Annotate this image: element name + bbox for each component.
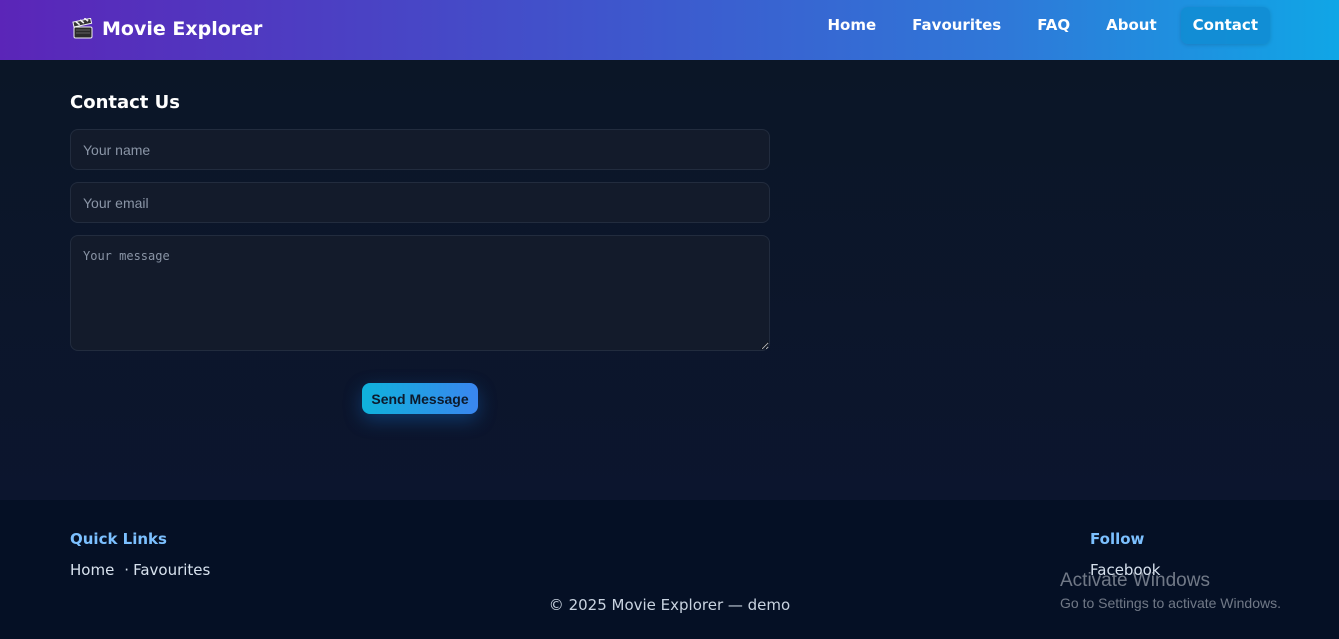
nav-home-link[interactable]: Home (816, 7, 889, 44)
email-input[interactable] (70, 182, 770, 223)
footer-favourites-link[interactable]: Favourites (133, 561, 210, 579)
activate-windows-watermark: Activate Windows Go to Settings to activ… (1060, 569, 1281, 613)
follow-heading: Follow (1090, 530, 1145, 548)
nav-favourites-link[interactable]: Favourites (900, 7, 1013, 44)
top-navbar: Movie Explorer Home Favourites FAQ About… (0, 0, 1339, 60)
nav-contact-link[interactable]: Contact (1180, 7, 1270, 44)
footer-home-link[interactable]: Home (70, 561, 114, 579)
activate-windows-title: Activate Windows (1060, 570, 1210, 591)
send-message-button[interactable]: Send Message (362, 383, 478, 414)
message-textarea[interactable] (70, 235, 770, 351)
page-title: Contact Us (70, 92, 181, 113)
quick-links-heading: Quick Links (70, 530, 167, 548)
quick-links: Home · Favourites (70, 561, 210, 579)
brand-title: Movie Explorer (102, 18, 263, 40)
brand[interactable]: Movie Explorer (72, 15, 262, 43)
nav-about-link[interactable]: About (1094, 7, 1169, 44)
clapperboard-icon (72, 18, 93, 39)
name-input[interactable] (70, 129, 770, 170)
link-separator: · (124, 561, 130, 579)
activate-windows-subtitle: Go to Settings to activate Windows. (1060, 595, 1281, 611)
nav-faq-link[interactable]: FAQ (1025, 7, 1082, 44)
main-nav: Home Favourites FAQ About Contact (804, 7, 1270, 44)
